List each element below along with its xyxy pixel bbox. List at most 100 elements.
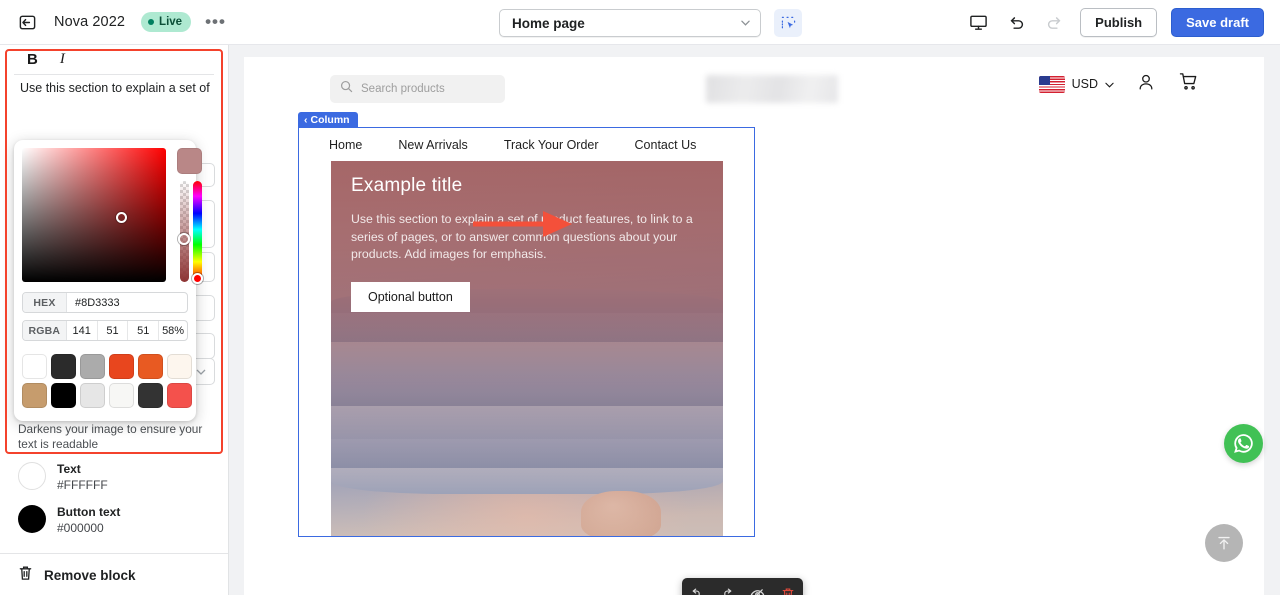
button-text-color-swatch[interactable] xyxy=(18,505,46,533)
store-name: Nova 2022 xyxy=(54,14,126,30)
hex-input[interactable]: #8D3333 xyxy=(67,293,187,312)
swatch-5[interactable] xyxy=(167,354,192,379)
canvas-area: Search products USD ‹ Column Home New Ar… xyxy=(229,45,1280,595)
us-flag-icon xyxy=(1038,75,1065,93)
hex-input-row[interactable]: HEX #8D3333 xyxy=(22,292,188,313)
sidebar-divider xyxy=(0,553,228,554)
page-selector[interactable]: Home page xyxy=(499,9,761,37)
hero-title: Example title xyxy=(351,175,463,196)
swatch-4[interactable] xyxy=(138,354,163,379)
selected-column-block[interactable]: Home New Arrivals Track Your Order Conta… xyxy=(298,127,755,537)
swatch-10[interactable] xyxy=(138,383,163,408)
button-text-color-row[interactable]: Button text #000000 xyxy=(18,505,120,537)
status-badge-label: Live xyxy=(159,16,183,28)
column-badge-label: Column xyxy=(310,114,350,126)
color-preview-swatch xyxy=(177,148,202,174)
search-input[interactable]: Search products xyxy=(330,75,505,103)
text-excerpt: Use this section to explain a set of xyxy=(20,81,210,95)
undo-icon[interactable] xyxy=(1004,11,1028,35)
rgba-b-input[interactable]: 51 xyxy=(128,321,160,340)
swatch-1[interactable] xyxy=(51,354,76,379)
app-root: Nova 2022 Live ••• Home page Publish Sav… xyxy=(0,0,1280,595)
whatsapp-icon[interactable] xyxy=(1224,424,1263,463)
rgba-a-input[interactable]: 58% xyxy=(159,321,187,340)
left-sidebar: B I Use this section to explain a set of… xyxy=(0,45,229,595)
site-nav: Home New Arrivals Track Your Order Conta… xyxy=(299,128,754,161)
site-logo xyxy=(706,75,838,103)
status-dot-icon xyxy=(148,19,155,25)
ghost-chevron-down-icon xyxy=(196,367,206,377)
site-header: Search products USD xyxy=(244,57,1264,123)
chevron-left-icon: ‹ xyxy=(304,114,308,126)
swatch-palette xyxy=(22,354,192,408)
top-bar: Nova 2022 Live ••• Home page Publish Sav… xyxy=(0,0,1280,45)
status-badge: Live xyxy=(141,12,192,32)
text-color-row[interactable]: Text #FFFFFF xyxy=(18,462,108,494)
page-selector-value: Home page xyxy=(512,15,585,31)
bold-button[interactable]: B xyxy=(27,51,38,68)
top-bar-actions: Publish Save draft xyxy=(966,0,1264,45)
alpha-slider[interactable] xyxy=(180,181,189,282)
swatch-8[interactable] xyxy=(80,383,105,408)
swatch-0[interactable] xyxy=(22,354,47,379)
column-selection-badge[interactable]: ‹ Column xyxy=(298,112,358,128)
remove-block-label: Remove block xyxy=(44,568,136,583)
rgba-input-row[interactable]: RGBA 141 51 51 58% xyxy=(22,320,188,341)
swatch-9[interactable] xyxy=(109,383,134,408)
rgba-r-input[interactable]: 141 xyxy=(67,321,98,340)
button-text-color-label: Button text xyxy=(57,505,121,519)
account-icon[interactable] xyxy=(1136,72,1156,97)
text-color-label: Text xyxy=(57,462,81,476)
swatch-2[interactable] xyxy=(80,354,105,379)
annotation-arrow xyxy=(473,208,573,245)
swatch-6[interactable] xyxy=(22,383,47,408)
rgba-g-input[interactable]: 51 xyxy=(98,321,129,340)
remove-block-button[interactable]: Remove block xyxy=(18,565,136,586)
desktop-preview-icon[interactable] xyxy=(966,11,990,35)
color-picker-popover[interactable]: HEX #8D3333 RGBA 141 51 51 58% xyxy=(14,140,203,421)
block-toolbar xyxy=(682,578,803,595)
text-format-toolbar: B I xyxy=(14,45,214,75)
currency-selector[interactable]: USD xyxy=(1038,75,1114,93)
more-options-button[interactable]: ••• xyxy=(205,13,226,30)
saturation-value-handle[interactable] xyxy=(116,212,127,223)
swatch-7[interactable] xyxy=(51,383,76,408)
nav-link-home[interactable]: Home xyxy=(329,138,362,152)
publish-button[interactable]: Publish xyxy=(1080,8,1158,37)
currency-code: USD xyxy=(1071,77,1098,91)
chevron-down-icon xyxy=(1105,75,1114,93)
swatch-11[interactable] xyxy=(167,383,192,408)
trash-icon xyxy=(18,565,33,586)
nav-link-new-arrivals[interactable]: New Arrivals xyxy=(398,138,467,152)
search-icon xyxy=(340,80,353,98)
scroll-to-top-icon[interactable] xyxy=(1205,524,1243,562)
hue-slider-handle[interactable] xyxy=(192,273,203,284)
save-draft-button[interactable]: Save draft xyxy=(1171,8,1264,37)
button-text-color-value: #000000 xyxy=(57,521,104,535)
search-placeholder: Search products xyxy=(361,83,445,95)
italic-button[interactable]: I xyxy=(60,51,65,68)
saturation-value-area[interactable] xyxy=(22,148,166,282)
move-down-icon[interactable] xyxy=(716,584,738,595)
shopping-cart-icon[interactable] xyxy=(1178,71,1199,97)
device-preview: Search products USD ‹ Column Home New Ar… xyxy=(244,57,1264,595)
alpha-slider-handle[interactable] xyxy=(178,233,190,245)
hide-icon[interactable] xyxy=(747,584,769,595)
back-arrow-icon[interactable] xyxy=(16,11,38,33)
chevron-down-icon xyxy=(741,18,750,28)
text-color-swatch[interactable] xyxy=(18,462,46,490)
nav-link-contact-us[interactable]: Contact Us xyxy=(635,138,697,152)
hex-label: HEX xyxy=(23,293,67,312)
move-up-icon[interactable] xyxy=(686,584,708,595)
redo-icon[interactable] xyxy=(1042,11,1066,35)
site-header-actions: USD xyxy=(1038,71,1199,97)
nav-link-track-your-order[interactable]: Track Your Order xyxy=(504,138,599,152)
delete-icon[interactable] xyxy=(777,584,799,595)
text-color-value: #FFFFFF xyxy=(57,478,108,492)
overlay-description: Darkens your image to ensure your text i… xyxy=(18,422,203,451)
rgba-label: RGBA xyxy=(23,321,67,340)
selection-tool-icon[interactable] xyxy=(774,9,802,37)
hero-optional-button[interactable]: Optional button xyxy=(351,281,470,312)
swatch-3[interactable] xyxy=(109,354,134,379)
hue-slider[interactable] xyxy=(193,181,202,282)
